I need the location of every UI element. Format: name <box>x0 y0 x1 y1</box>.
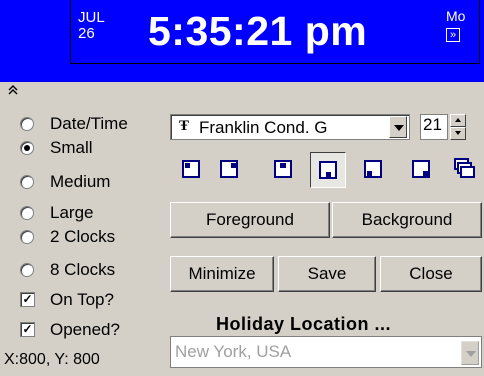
clock-weekday: Mo <box>446 8 466 24</box>
save-button[interactable]: Save <box>278 256 376 292</box>
radio-date-time[interactable]: Date/Time <box>20 114 170 136</box>
opened-checkbox[interactable]: ✓ Opened? <box>20 320 170 342</box>
clock-time: 5:35:21 pm <box>148 8 368 54</box>
foreground-button[interactable]: Foreground <box>170 202 330 238</box>
radio-indicator <box>20 175 34 189</box>
checkbox-label: On Top? <box>50 290 114 309</box>
collapse-up-icon[interactable] <box>6 84 20 98</box>
font-select[interactable]: Ŧ Franklin Cond. G <box>170 114 410 140</box>
bottom-center-position-icon <box>364 160 382 178</box>
radio-small[interactable]: Small <box>20 138 170 160</box>
radio-label: Small <box>50 138 93 157</box>
top-right-position-button[interactable] <box>266 152 302 188</box>
holiday-location-value: New York, USA <box>175 342 292 361</box>
top-center-position-icon <box>220 160 238 178</box>
top-right-position-icon <box>274 160 292 178</box>
cascade-windows-icon <box>454 158 476 185</box>
close-button[interactable]: Close <box>380 256 482 292</box>
font-size-field[interactable]: 21 <box>420 114 448 140</box>
check-icon: ✓ <box>20 292 35 307</box>
background-button[interactable]: Background <box>332 202 482 238</box>
checkbox-label: Opened? <box>50 320 120 339</box>
radio-label: 8 Clocks <box>50 260 116 279</box>
top-left-position-icon <box>182 160 200 178</box>
radio-medium[interactable]: Medium <box>20 172 170 194</box>
bottom-center-position-button[interactable] <box>356 152 392 188</box>
radio-indicator <box>20 117 34 131</box>
holiday-location-label: Holiday Location ... <box>216 314 392 334</box>
radio-indicator <box>20 263 34 277</box>
radio-indicator <box>20 206 34 220</box>
radio-indicator <box>20 141 34 155</box>
top-left-position-button[interactable] <box>174 152 210 188</box>
spin-up-icon[interactable] <box>450 114 466 127</box>
clock-day: 26 <box>78 25 95 42</box>
bottom-right-position-icon <box>412 160 430 178</box>
radio-large[interactable]: Large <box>20 203 170 225</box>
radio-label: Large <box>50 203 94 222</box>
dropdown-arrow-icon[interactable] <box>461 341 479 365</box>
on-top-checkbox[interactable]: ✓ On Top? <box>20 290 170 312</box>
radio-label: Date/Time <box>50 114 128 133</box>
radio-label: Medium <box>50 172 111 191</box>
bottom-left-position-icon <box>319 161 337 179</box>
truetype-font-icon: Ŧ <box>179 118 190 134</box>
holiday-location-select[interactable]: New York, USA <box>170 336 482 368</box>
bottom-left-position-button[interactable] <box>310 152 346 188</box>
dropdown-arrow-icon[interactable] <box>389 116 407 138</box>
cascade-windows-button[interactable] <box>448 152 482 188</box>
expand-down-icon[interactable]: » <box>446 28 460 42</box>
radio-indicator <box>20 230 34 244</box>
radio-8-clocks[interactable]: 8 Clocks <box>20 260 170 282</box>
clock-month: JUL <box>78 9 105 26</box>
radio-2-clocks[interactable]: 2 Clocks <box>20 227 170 249</box>
check-icon: ✓ <box>20 322 35 337</box>
font-name-value: Franklin Cond. G <box>199 118 328 137</box>
bottom-right-position-button[interactable] <box>404 152 440 188</box>
coordinates-readout: X:800, Y: 800 <box>4 351 100 368</box>
top-center-position-button[interactable] <box>212 152 248 188</box>
font-size-spinner[interactable] <box>450 114 466 140</box>
spin-down-icon[interactable] <box>450 127 466 140</box>
minimize-button[interactable]: Minimize <box>170 256 274 292</box>
radio-label: 2 Clocks <box>50 227 116 246</box>
